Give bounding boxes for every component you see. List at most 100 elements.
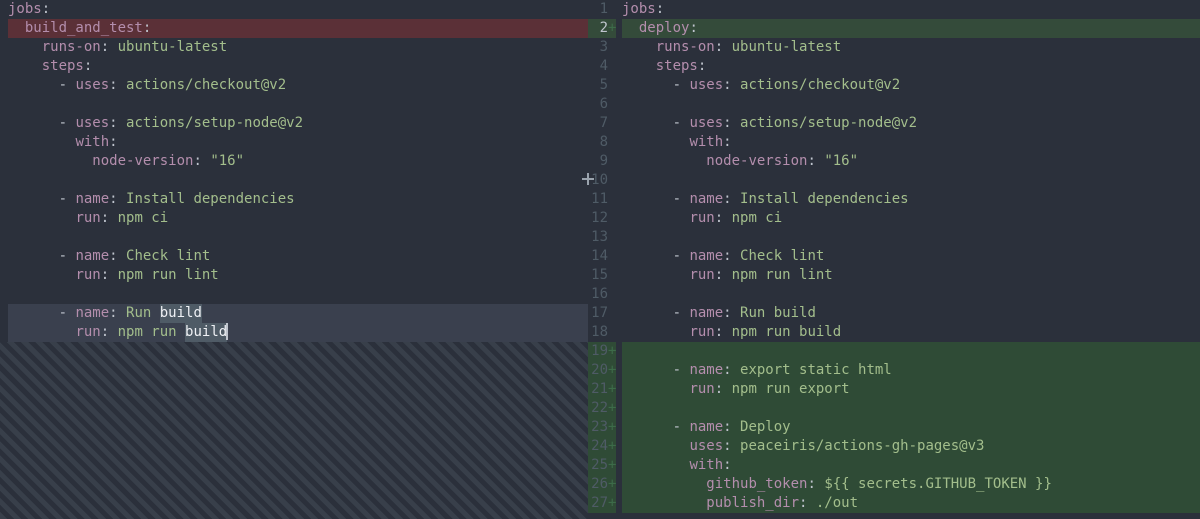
code-line[interactable] [622,342,1200,361]
line-number [0,152,2,171]
line-number [0,209,2,228]
line-number [0,228,2,247]
line-number[interactable]: 13 [588,228,616,247]
line-number[interactable]: 2+ [588,19,616,38]
code-line[interactable]: - name: Install dependencies [622,190,1200,209]
line-number[interactable]: 25+ [588,456,616,475]
line-number[interactable]: 4 [588,57,616,76]
code-line[interactable]: node-version: "16" [622,152,1200,171]
code-line[interactable]: - name: Deploy [622,418,1200,437]
diff-add-marker: + [608,361,616,380]
line-number[interactable]: 16 [588,285,616,304]
code-line[interactable]: - name: Run build [8,304,588,323]
diff-add-marker: + [608,437,616,456]
code-line[interactable]: run: npm ci [622,209,1200,228]
code-line[interactable]: - name: Check lint [8,247,588,266]
line-number[interactable]: 15 [588,266,616,285]
code-line[interactable]: run: npm run export [622,380,1200,399]
code-line[interactable] [8,228,588,247]
code-line[interactable] [622,228,1200,247]
diff-add-marker: + [608,456,616,475]
diff-add-marker: + [608,475,616,494]
line-number[interactable]: 20+ [588,361,616,380]
diff-view: jobs: build_and_test: runs-on: ubuntu-la… [0,0,1200,519]
line-number [0,57,2,76]
code-line[interactable]: build_and_test: [8,19,588,38]
line-number[interactable]: 6 [588,95,616,114]
code-line[interactable]: - name: export static html [622,361,1200,380]
code-line[interactable]: uses: peaceiris/actions-gh-pages@v3 [622,437,1200,456]
code-line[interactable]: node-version: "16" [8,152,588,171]
code-line[interactable]: - name: Check lint [622,247,1200,266]
line-number[interactable]: 5 [588,76,616,95]
line-number [0,133,2,152]
line-number[interactable]: 26+ [588,475,616,494]
code-line[interactable]: steps: [622,57,1200,76]
diff-insert-handle[interactable] [578,172,598,192]
line-number[interactable]: 14 [588,247,616,266]
diff-filler-hatch [0,342,588,519]
code-line[interactable]: run: npm run build [8,323,588,342]
line-number[interactable]: 22+ [588,399,616,418]
line-number[interactable]: 27+ [588,494,616,513]
code-line[interactable]: run: npm run build [622,323,1200,342]
code-line[interactable]: - uses: actions/setup-node@v2 [622,114,1200,133]
code-line[interactable] [622,171,1200,190]
code-line[interactable] [622,95,1200,114]
text-cursor [226,323,228,340]
code-line[interactable]: github_token: ${{ secrets.GITHUB_TOKEN }… [622,475,1200,494]
code-line[interactable]: with: [622,456,1200,475]
code-line[interactable]: deploy: [622,19,1200,38]
line-number[interactable]: 24+ [588,437,616,456]
code-line[interactable]: - name: Run build [622,304,1200,323]
diff-pane-original[interactable]: jobs: build_and_test: runs-on: ubuntu-la… [0,0,588,519]
code-line[interactable]: publish_dir: ./out [622,494,1200,513]
line-number [0,95,2,114]
code-line[interactable] [8,95,588,114]
code-line[interactable]: steps: [8,57,588,76]
code-line[interactable]: run: npm ci [8,209,588,228]
code-line[interactable]: - uses: actions/checkout@v2 [622,76,1200,95]
line-number [0,323,2,342]
diff-add-marker: + [608,342,616,361]
code-line[interactable]: - name: Install dependencies [8,190,588,209]
search-match: build [185,323,227,342]
code-line[interactable] [8,285,588,304]
code-line[interactable]: - uses: actions/setup-node@v2 [8,114,588,133]
line-number[interactable]: 23+ [588,418,616,437]
line-number[interactable]: 9 [588,152,616,171]
line-number [0,266,2,285]
line-number [0,190,2,209]
line-number[interactable]: 1 [588,0,616,19]
code-line[interactable]: jobs: [622,0,1200,19]
code-line[interactable]: jobs: [8,0,588,19]
diff-pane-modified[interactable]: 12+345678910111213141516171819+20+21+22+… [588,0,1200,519]
code-line[interactable] [8,171,588,190]
line-number[interactable]: 7 [588,114,616,133]
code-line[interactable]: runs-on: ubuntu-latest [622,38,1200,57]
search-match: build [160,304,202,323]
code-line[interactable] [622,399,1200,418]
line-number[interactable]: 19+ [588,342,616,361]
code-line[interactable] [622,285,1200,304]
line-number [0,247,2,266]
line-number[interactable]: 21+ [588,380,616,399]
code-line[interactable]: runs-on: ubuntu-latest [8,38,588,57]
plus-icon [580,171,596,193]
code-line[interactable]: with: [8,133,588,152]
line-number[interactable]: 12 [588,209,616,228]
gutter-right: 12+345678910111213141516171819+20+21+22+… [588,0,622,519]
code-right[interactable]: jobs: deploy: runs-on: ubuntu-latest ste… [622,0,1200,519]
line-number [0,171,2,190]
line-number[interactable]: 17 [588,304,616,323]
code-line[interactable]: run: npm run lint [8,266,588,285]
code-line[interactable]: run: npm run lint [622,266,1200,285]
diff-add-marker: + [608,418,616,437]
line-number[interactable]: 18 [588,323,616,342]
code-line[interactable]: with: [622,133,1200,152]
line-number[interactable]: 8 [588,133,616,152]
line-number [0,285,2,304]
diff-add-marker: + [608,399,616,418]
line-number[interactable]: 3 [588,38,616,57]
code-line[interactable]: - uses: actions/checkout@v2 [8,76,588,95]
